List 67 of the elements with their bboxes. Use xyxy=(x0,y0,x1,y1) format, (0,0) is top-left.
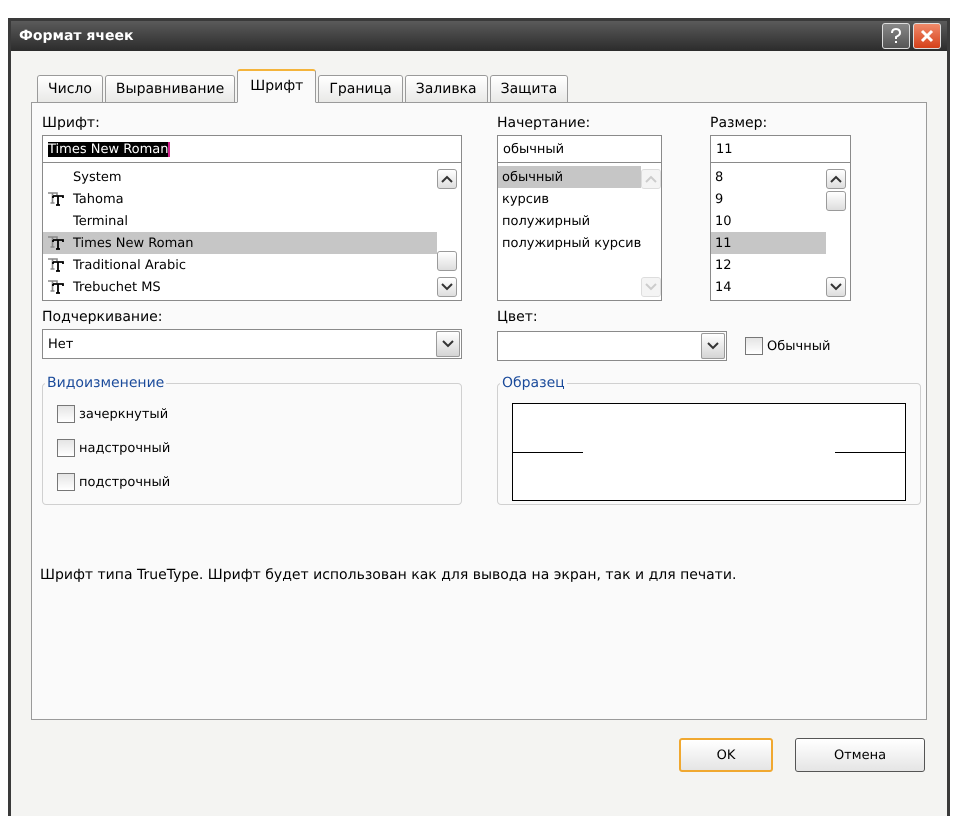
input-field[interactable]: 11 xyxy=(710,135,851,163)
list-item[interactable]: Times New Roman xyxy=(43,232,437,254)
tab[interactable]: Выравнивание xyxy=(104,75,236,102)
checkbox-label: зачеркнутый xyxy=(79,406,168,422)
list-item[interactable]: Traditional Arabic xyxy=(43,254,437,276)
list-box[interactable]: System Tahoma Terminal Times New Roman Traditional Arabic Trebuchet MS xyxy=(42,163,462,301)
scroll-down-button[interactable] xyxy=(826,277,846,297)
scroll-down-icon xyxy=(707,342,719,350)
list-box[interactable]: 8 9 10 11 12 14 xyxy=(710,163,851,301)
list-item[interactable]: 8 xyxy=(711,166,826,188)
list-item[interactable]: обычный xyxy=(498,166,642,188)
list-item[interactable]: 14 xyxy=(711,276,826,298)
scroll-up-button[interactable] xyxy=(826,169,846,189)
group-title: Видоизменение xyxy=(46,375,166,391)
list-item[interactable]: полужирный курсив xyxy=(498,232,642,254)
scroll-down-icon xyxy=(645,283,658,291)
scroll-up-icon xyxy=(645,175,658,183)
list-item[interactable]: 12 xyxy=(711,254,826,276)
scroll-down-icon xyxy=(830,283,842,291)
dropdown[interactable] xyxy=(497,331,727,361)
scroll-down-icon xyxy=(442,340,454,348)
list-item[interactable]: курсив xyxy=(498,188,642,210)
scroll-up-button[interactable] xyxy=(437,169,457,189)
list-item[interactable]: System xyxy=(43,166,437,188)
tab[interactable]: Число xyxy=(37,75,103,102)
list-item[interactable]: Tahoma xyxy=(43,188,437,210)
scroll-up-icon xyxy=(830,175,842,183)
list-item[interactable]: 11 xyxy=(711,232,826,254)
list-item[interactable]: Trebuchet MS xyxy=(43,276,437,298)
close-icon xyxy=(920,29,934,43)
scroll-down-icon xyxy=(441,283,453,291)
checkbox[interactable] xyxy=(57,405,75,423)
dialog-button[interactable]: Отмена xyxy=(795,738,925,772)
scroll-thumb[interactable] xyxy=(826,191,846,211)
input-field[interactable]: Times New Roman xyxy=(42,135,462,163)
checkbox[interactable] xyxy=(57,473,75,491)
tab[interactable]: Граница xyxy=(318,75,403,102)
help-button[interactable] xyxy=(882,23,910,49)
scroll-down-button[interactable] xyxy=(437,277,457,297)
description-text: Шрифт типа TrueType. Шрифт будет использован как для вывода на экран, так и для печати. xyxy=(40,567,738,583)
tab[interactable]: Заливка xyxy=(404,75,488,102)
list-item[interactable]: Terminal xyxy=(43,210,437,232)
help-icon xyxy=(890,28,902,44)
checkbox-label: надстрочный xyxy=(79,440,170,456)
field-label: Подчеркивание: xyxy=(42,309,163,325)
tab[interactable]: Шрифт xyxy=(237,69,316,103)
field-label: Шрифт: xyxy=(42,115,100,131)
tab[interactable]: Защита xyxy=(490,75,568,102)
checkbox-label: Обычный xyxy=(767,338,830,354)
list-item[interactable]: 10 xyxy=(711,210,826,232)
input-field[interactable]: обычный xyxy=(497,135,662,163)
close-button[interactable] xyxy=(913,23,941,49)
scroll-up-icon xyxy=(441,175,453,183)
list-item[interactable]: полужирный xyxy=(498,210,642,232)
checkbox-label: подстрочный xyxy=(79,474,170,490)
list-item[interactable]: 9 xyxy=(711,188,826,210)
field-label: Начертание: xyxy=(497,115,590,131)
window-title: Формат ячеек xyxy=(19,28,134,44)
field-label: Цвет: xyxy=(497,309,538,325)
checkbox[interactable] xyxy=(57,439,75,457)
dropdown[interactable]: Нет xyxy=(42,329,462,359)
field-label: Размер: xyxy=(710,115,768,131)
list-box[interactable]: обычный курсив полужирный полужирный курсив xyxy=(497,163,662,301)
dialog-button[interactable]: OK xyxy=(679,738,773,772)
checkbox[interactable] xyxy=(745,337,763,355)
scroll-thumb[interactable] xyxy=(437,251,457,271)
group-title: Образец xyxy=(501,375,566,391)
